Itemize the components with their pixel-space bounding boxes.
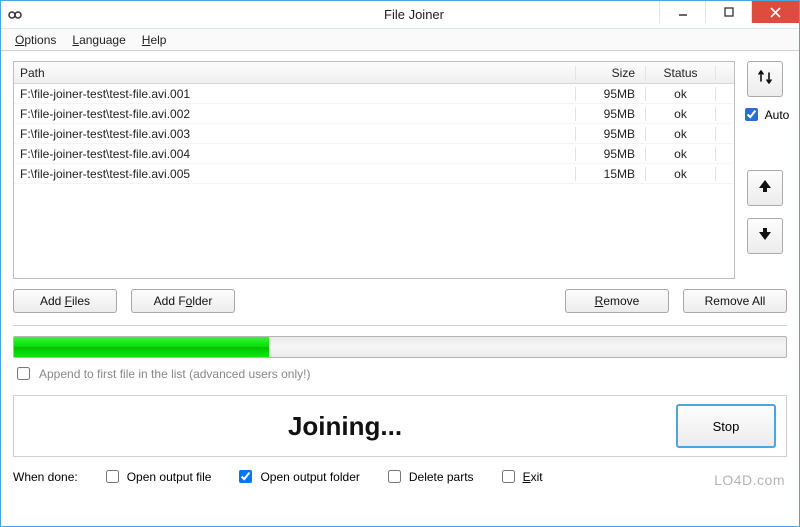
- menu-help[interactable]: Help: [136, 31, 173, 49]
- window-controls: [659, 1, 799, 23]
- open-output-folder-label: Open output folder: [260, 470, 359, 484]
- move-down-button[interactable]: [747, 218, 783, 254]
- open-output-folder-option[interactable]: Open output folder: [235, 467, 359, 486]
- open-output-file-option[interactable]: Open output file: [102, 467, 212, 486]
- minimize-button[interactable]: [659, 1, 705, 23]
- cell-path: F:\file-joiner-test\test-file.avi.005: [14, 167, 576, 181]
- stop-button[interactable]: Stop: [676, 404, 776, 448]
- add-folder-button[interactable]: Add Folder: [131, 289, 235, 313]
- append-checkbox[interactable]: [17, 367, 30, 380]
- cell-size: 95MB: [576, 127, 646, 141]
- status-text: Joining...: [24, 411, 666, 442]
- cell-status: ok: [646, 127, 716, 141]
- col-header-status[interactable]: Status: [646, 66, 716, 80]
- cell-status: ok: [646, 87, 716, 101]
- status-panel: Joining... Stop: [13, 395, 787, 457]
- when-done-label: When done:: [13, 470, 78, 484]
- exit-label: Exit: [523, 470, 543, 484]
- menu-language[interactable]: Language: [66, 31, 131, 49]
- cell-path: F:\file-joiner-test\test-file.avi.001: [14, 87, 576, 101]
- cell-status: ok: [646, 167, 716, 181]
- exit-checkbox[interactable]: [502, 470, 515, 483]
- arrow-down-icon: [757, 226, 773, 247]
- progress-bar: [13, 336, 787, 358]
- cell-path: F:\file-joiner-test\test-file.avi.004: [14, 147, 576, 161]
- append-row[interactable]: Append to first file in the list (advanc…: [13, 364, 787, 383]
- cell-size: 95MB: [576, 107, 646, 121]
- table-row[interactable]: F:\file-joiner-test\test-file.avi.00195M…: [14, 84, 734, 104]
- exit-option[interactable]: Exit: [498, 467, 543, 486]
- file-list-header: Path Size Status: [14, 62, 734, 84]
- open-output-folder-checkbox[interactable]: [239, 470, 252, 483]
- col-header-path[interactable]: Path: [14, 66, 576, 80]
- open-output-file-label: Open output file: [127, 470, 212, 484]
- close-button[interactable]: [751, 1, 799, 23]
- auto-checkbox-row[interactable]: Auto: [741, 105, 790, 124]
- add-files-button[interactable]: Add Files: [13, 289, 117, 313]
- cell-size: 15MB: [576, 167, 646, 181]
- app-icon: [7, 7, 23, 23]
- app-window: File Joiner Options Language Help Path S…: [0, 0, 800, 527]
- cell-path: F:\file-joiner-test\test-file.avi.003: [14, 127, 576, 141]
- cell-size: 95MB: [576, 147, 646, 161]
- remove-button[interactable]: Remove: [565, 289, 669, 313]
- delete-parts-option[interactable]: Delete parts: [384, 467, 474, 486]
- side-controls: Auto: [743, 61, 787, 279]
- file-buttons-row: Add Files Add Folder Remove Remove All: [13, 289, 787, 313]
- arrow-up-icon: [757, 178, 773, 199]
- table-row[interactable]: F:\file-joiner-test\test-file.avi.00495M…: [14, 144, 734, 164]
- append-label: Append to first file in the list (advanc…: [39, 367, 310, 381]
- when-done-row: When done: Open output file Open output …: [13, 467, 787, 486]
- file-list[interactable]: Path Size Status F:\file-joiner-test\tes…: [13, 61, 735, 279]
- divider: [13, 325, 787, 326]
- table-row[interactable]: F:\file-joiner-test\test-file.avi.00295M…: [14, 104, 734, 124]
- cell-size: 95MB: [576, 87, 646, 101]
- auto-checkbox[interactable]: [745, 108, 758, 121]
- menubar: Options Language Help: [1, 29, 799, 51]
- cell-path: F:\file-joiner-test\test-file.avi.002: [14, 107, 576, 121]
- remove-all-button[interactable]: Remove All: [683, 289, 787, 313]
- sort-button[interactable]: [747, 61, 783, 97]
- cell-status: ok: [646, 147, 716, 161]
- auto-label: Auto: [765, 108, 790, 122]
- content-area: Path Size Status F:\file-joiner-test\tes…: [1, 51, 799, 494]
- menu-options[interactable]: Options: [9, 31, 62, 49]
- table-row[interactable]: F:\file-joiner-test\test-file.avi.00395M…: [14, 124, 734, 144]
- move-up-button[interactable]: [747, 170, 783, 206]
- progress-fill: [14, 337, 269, 357]
- sort-icon: [756, 68, 774, 91]
- open-output-file-checkbox[interactable]: [106, 470, 119, 483]
- titlebar: File Joiner: [1, 1, 799, 29]
- table-row[interactable]: F:\file-joiner-test\test-file.avi.00515M…: [14, 164, 734, 184]
- file-list-body: F:\file-joiner-test\test-file.avi.00195M…: [14, 84, 734, 184]
- delete-parts-label: Delete parts: [409, 470, 474, 484]
- maximize-button[interactable]: [705, 1, 751, 23]
- delete-parts-checkbox[interactable]: [388, 470, 401, 483]
- col-header-size[interactable]: Size: [576, 66, 646, 80]
- cell-status: ok: [646, 107, 716, 121]
